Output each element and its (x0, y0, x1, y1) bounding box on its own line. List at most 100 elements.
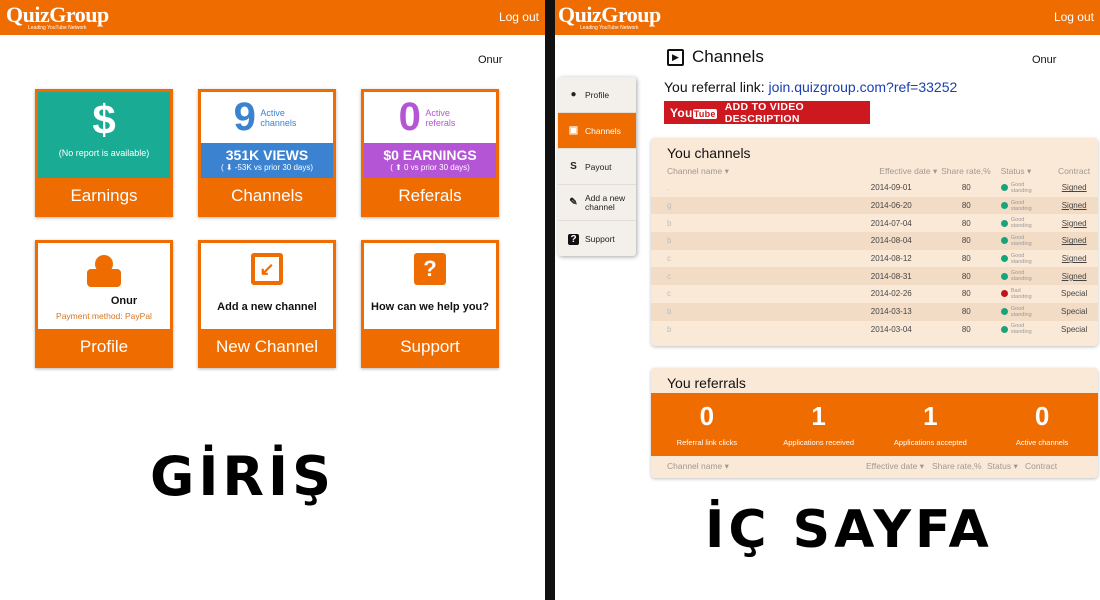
logout-link[interactable]: Log out (499, 10, 539, 24)
status-dot-icon (1000, 255, 1008, 263)
share-rate: 80 (961, 324, 971, 334)
referral-label: You referral link: (664, 79, 765, 95)
table-row[interactable]: b 2014-08-04 80 Good standing Signed (651, 232, 1098, 250)
earnings-change: ( ⬆ 0 vs prior 30 days) (390, 163, 470, 172)
new-channel-label: New Channel (201, 329, 333, 365)
col-effective-date[interactable]: Effective date ▾ (866, 461, 932, 472)
logout-link[interactable]: Log out (1054, 10, 1094, 24)
logo[interactable]: QuizGroup Leading YouTube Network (558, 2, 661, 31)
contract[interactable]: Signed (1050, 254, 1098, 263)
col-status[interactable]: Status ▾ (995, 166, 1051, 177)
home-panel: QuizGroup Leading YouTube Network Log out… (0, 0, 545, 600)
share-rate: 80 (961, 201, 971, 211)
referals-card[interactable]: 0 Active referals $0 EARNINGS( ⬆ 0 vs pr… (361, 89, 499, 217)
contract[interactable]: Signed (1050, 272, 1098, 281)
support-card[interactable]: ? How can we help you? Support (361, 240, 499, 368)
profile-card[interactable]: Onur Payment method: PayPal Profile (35, 240, 173, 368)
user-name[interactable]: Onur (1032, 54, 1056, 66)
stat-active-channels: 0 Active channels (1015, 401, 1069, 447)
effective-date: 2014-08-12 (870, 254, 912, 264)
sidebar-item-add-channel[interactable]: ✎ Add a new channel (558, 185, 636, 221)
profile-name: Onur (110, 295, 138, 307)
status: Good standing (995, 306, 1051, 318)
channels-card[interactable]: 9 Active channels 351K VIEWS( ⬇ -53K vs … (198, 89, 336, 217)
status: Bad standing (995, 288, 1051, 300)
table-row[interactable]: c 2014-08-12 80 Good standing Signed (651, 250, 1098, 268)
active-referals-count: 0 (398, 95, 421, 139)
channels-table-body: . 2014-09-01 80 Good standing Signed g 20… (651, 179, 1098, 338)
caption-giris: GİRİŞ (150, 445, 335, 508)
effective-date: 2014-06-20 (870, 201, 912, 211)
table-row[interactable]: b 2014-03-13 80 Good standing Special (651, 302, 1098, 321)
status-dot-icon (1000, 272, 1008, 280)
status-dot-icon (1000, 290, 1008, 298)
sidebar-item-support[interactable]: ? Support (558, 221, 636, 257)
referral-stats: 0 Referral link clicks 1 Applications rece… (651, 393, 1098, 456)
edit-icon: ✎ (569, 197, 578, 208)
contract[interactable]: Signed (1050, 183, 1098, 192)
support-text: How can we help you? (371, 301, 489, 313)
support-label: Support (364, 329, 496, 365)
contract: Special (1061, 324, 1088, 334)
col-channel-name[interactable]: Channel name ▾ (651, 166, 833, 177)
youtube-icon: YouTube (670, 105, 717, 120)
col-status[interactable]: Status ▾ (987, 461, 1025, 472)
stat-applications-accepted: 1 Applications accepted (893, 401, 967, 447)
col-share-rate: Share rate,% (941, 166, 991, 176)
question-icon: ? (568, 233, 579, 245)
stat-applications-received: 1 Applications received (783, 401, 855, 447)
share-rate: 80 (961, 254, 971, 264)
status-dot-icon (1000, 219, 1008, 227)
sidebar-item-profile[interactable]: ● Profile (558, 77, 636, 113)
contract[interactable]: Signed (1050, 201, 1098, 210)
question-icon: ? (414, 253, 446, 285)
referral-link[interactable]: join.quizgroup.com?ref=33252 (769, 79, 958, 95)
col-effective-date[interactable]: Effective date ▾ (833, 166, 937, 177)
table-row[interactable]: c 2014-08-31 80 Good standing Signed (651, 267, 1098, 286)
status: Good standing (995, 235, 1051, 247)
status: Good standing (995, 270, 1051, 282)
col-channel-name[interactable]: Channel name ▾ (651, 461, 866, 472)
stat-link-clicks: 0 Referral link clicks (676, 401, 738, 447)
share-rate: 80 (961, 183, 971, 193)
channels-table-panel: You channels Channel name ▾ Effective da… (651, 138, 1098, 346)
share-rate: 80 (961, 218, 971, 228)
channel-name[interactable]: c (651, 272, 833, 281)
logo[interactable]: QuizGroup Leading YouTube Network (6, 2, 109, 31)
channel-name[interactable]: b (651, 325, 833, 334)
sidebar-item-channels[interactable]: ▣ Channels (558, 113, 636, 149)
profile-label: Profile (38, 329, 170, 365)
channels-label: Channels (201, 178, 333, 214)
status-dot-icon (1000, 237, 1008, 245)
channel-name[interactable]: b (651, 307, 833, 316)
sidebar-item-payout[interactable]: S Payout (558, 149, 636, 185)
add-to-description-button[interactable]: YouTube ADD TO VIDEO DESCRIPTION (664, 101, 870, 125)
referrals-table-header: Channel name ▾ Effective date ▾ Share ra… (651, 456, 1098, 476)
caption-ic-sayfa: İÇ SAYFA (705, 500, 993, 560)
user-name[interactable]: Onur (478, 54, 502, 66)
earnings-card[interactable]: $ (No report is available) Earnings (35, 89, 173, 217)
channel-name[interactable]: c (651, 254, 833, 263)
status: Good standing (995, 253, 1051, 265)
table-row[interactable]: c 2014-02-26 80 Bad standing Special (651, 285, 1098, 303)
new-channel-card[interactable]: ↙ Add a new channel New Channel (198, 240, 336, 368)
channels-heading: You channels (667, 145, 751, 161)
table-header: Channel name ▾ Effective date ▾ Share ra… (651, 163, 1098, 179)
contract[interactable]: Signed (1050, 219, 1098, 228)
effective-date: 2014-02-26 (870, 289, 912, 299)
user-icon (87, 255, 121, 289)
channel-name[interactable]: b (651, 219, 833, 228)
header: QuizGroup Leading YouTube Network Log out (555, 0, 1100, 35)
table-row[interactable]: g 2014-06-20 80 Good standing Signed (651, 196, 1098, 215)
share-rate: 80 (961, 271, 971, 281)
channel-name[interactable]: . (651, 183, 833, 192)
channel-name[interactable]: b (651, 236, 833, 245)
earnings-status: (No report is available) (58, 148, 150, 158)
play-icon: ▶ (667, 48, 684, 66)
table-row[interactable]: . 2014-09-01 80 Good standing Signed (651, 179, 1098, 197)
channel-name[interactable]: c (651, 289, 833, 298)
channel-name[interactable]: g (651, 201, 833, 210)
table-row[interactable]: b 2014-03-04 80 Good standing Special (651, 321, 1098, 339)
table-row[interactable]: b 2014-07-04 80 Good standing Signed (651, 214, 1098, 232)
contract[interactable]: Signed (1050, 236, 1098, 245)
